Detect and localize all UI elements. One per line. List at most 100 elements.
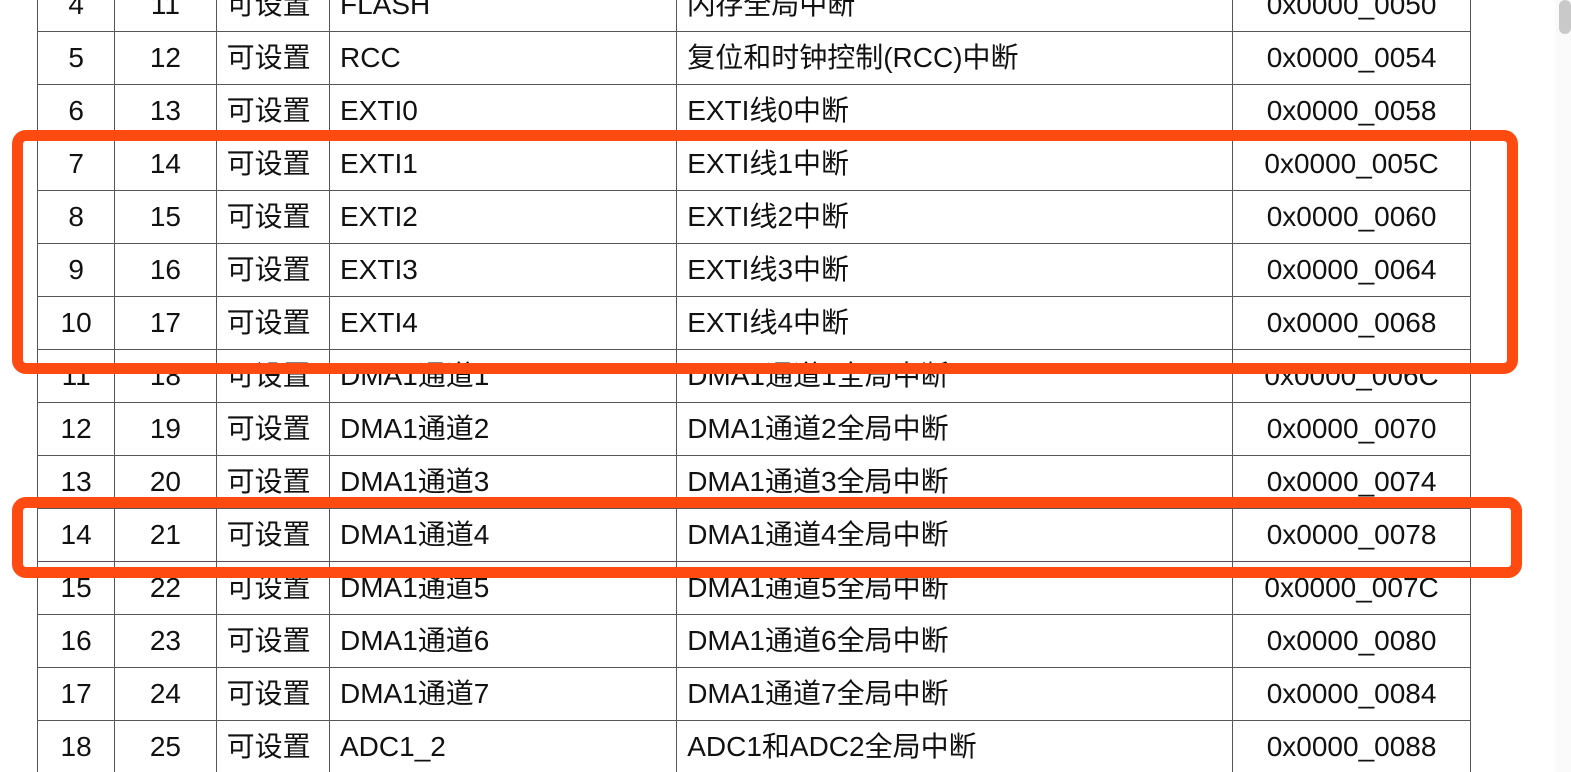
cell-description: DMA1通道4全局中断: [676, 508, 1234, 562]
cell-name: DMA1通道6: [328, 614, 678, 668]
cell-description: DMA1通道2全局中断: [676, 402, 1234, 456]
table-row: 4 11 可设置 FLASH 闪存全局中断 0x0000_0050: [36, 0, 1471, 32]
cell-description: DMA1通道6全局中断: [676, 614, 1234, 668]
cell-address: 0x0000_0054: [1232, 31, 1471, 85]
cell-description: EXTI线1中断: [676, 137, 1234, 191]
cell-address: 0x0000_0068: [1232, 296, 1471, 350]
cell-priority-type: 可设置: [215, 667, 331, 721]
cell-priority-type: 可设置: [215, 561, 331, 615]
cell-description: DMA1通道3全局中断: [676, 455, 1234, 509]
cell-priority: 23: [114, 614, 217, 668]
cell-name: EXTI0: [328, 84, 678, 138]
table-row: 12 19 可设置 DMA1通道2 DMA1通道2全局中断 0x0000_0070: [36, 402, 1471, 456]
cell-name: DMA1通道3: [328, 455, 678, 509]
cell-name: ADC1_2: [328, 720, 678, 772]
cell-address: 0x0000_007C: [1232, 561, 1471, 615]
cell-description: DMA1通道1全局中断: [676, 349, 1234, 403]
cell-name: DMA1通道5: [328, 561, 678, 615]
cell-address: 0x0000_0058: [1232, 84, 1471, 138]
cell-priority-type: 可设置: [215, 137, 331, 191]
cell-description: EXTI线0中断: [676, 84, 1234, 138]
cell-address: 0x0000_0060: [1232, 190, 1471, 244]
cell-name: EXTI3: [328, 243, 678, 297]
cell-position: 5: [36, 31, 116, 85]
cell-priority: 13: [114, 84, 217, 138]
cell-position: 12: [36, 402, 116, 456]
document-viewport: 4 11 可设置 FLASH 闪存全局中断 0x0000_0050 5 12 可设置 RCC 复位和…: [0, 0, 1571, 772]
cell-priority: 20: [114, 455, 217, 509]
table-row: 15 22 可设置 DMA1通道5 DMA1通道5全局中断 0x0000_007C: [36, 561, 1471, 615]
cell-priority-type: 可设置: [215, 455, 331, 509]
cell-position: 18: [36, 720, 116, 772]
cell-name: RCC: [328, 31, 678, 85]
table-row: 7 14 可设置 EXTI1 EXTI线1中断 0x0000_005C: [36, 137, 1471, 191]
cell-description: EXTI线4中断: [676, 296, 1234, 350]
table-container: 4 11 可设置 FLASH 闪存全局中断 0x0000_0050 5 12 可设置 RCC 复位和…: [36, 0, 1471, 772]
cell-priority: 14: [114, 137, 217, 191]
cell-priority: 25: [114, 720, 217, 772]
cell-priority-type: 可设置: [215, 614, 331, 668]
table-row: 6 13 可设置 EXTI0 EXTI线0中断 0x0000_0058: [36, 84, 1471, 138]
cell-priority: 16: [114, 243, 217, 297]
table-row: 13 20 可设置 DMA1通道3 DMA1通道3全局中断 0x0000_0074: [36, 455, 1471, 509]
table-row: 8 15 可设置 EXTI2 EXTI线2中断 0x0000_0060: [36, 190, 1471, 244]
cell-priority-type: 可设置: [215, 31, 331, 85]
cell-position: 7: [36, 137, 116, 191]
vector-table: 4 11 可设置 FLASH 闪存全局中断 0x0000_0050 5 12 可设置 RCC 复位和…: [36, 0, 1471, 772]
cell-description: DMA1通道7全局中断: [676, 667, 1234, 721]
table-row: 5 12 可设置 RCC 复位和时钟控制(RCC)中断 0x0000_0054: [36, 31, 1471, 85]
cell-priority: 24: [114, 667, 217, 721]
cell-priority-type: 可设置: [215, 0, 331, 32]
cell-description: 闪存全局中断: [676, 0, 1234, 32]
cell-position: 9: [36, 243, 116, 297]
scrollbar-thumb[interactable]: [1559, 0, 1571, 34]
cell-position: 17: [36, 667, 116, 721]
cell-priority: 21: [114, 508, 217, 562]
cell-name: EXTI4: [328, 296, 678, 350]
cell-address: 0x0000_0070: [1232, 402, 1471, 456]
cell-address: 0x0000_0078: [1232, 508, 1471, 562]
cell-name: FLASH: [328, 0, 678, 32]
vertical-scrollbar[interactable]: [1555, 0, 1571, 772]
table-row: 14 21 可设置 DMA1通道4 DMA1通道4全局中断 0x0000_0078: [36, 508, 1471, 562]
cell-priority-type: 可设置: [215, 243, 331, 297]
cell-position: 10: [36, 296, 116, 350]
cell-position: 16: [36, 614, 116, 668]
cell-priority: 11: [114, 0, 217, 32]
cell-position: 14: [36, 508, 116, 562]
cell-priority: 22: [114, 561, 217, 615]
cell-address: 0x0000_005C: [1232, 137, 1471, 191]
cell-name: DMA1通道1: [328, 349, 678, 403]
cell-priority-type: 可设置: [215, 508, 331, 562]
cell-priority-type: 可设置: [215, 349, 331, 403]
cell-name: DMA1通道7: [328, 667, 678, 721]
cell-priority: 12: [114, 31, 217, 85]
table-row: 11 18 可设置 DMA1通道1 DMA1通道1全局中断 0x0000_006C: [36, 349, 1471, 403]
cell-priority-type: 可设置: [215, 402, 331, 456]
cell-position: 15: [36, 561, 116, 615]
cell-position: 13: [36, 455, 116, 509]
cell-priority-type: 可设置: [215, 84, 331, 138]
cell-description: ADC1和ADC2全局中断: [676, 720, 1234, 772]
cell-address: 0x0000_0084: [1232, 667, 1471, 721]
table-row: 10 17 可设置 EXTI4 EXTI线4中断 0x0000_0068: [36, 296, 1471, 350]
cell-address: 0x0000_0064: [1232, 243, 1471, 297]
cell-description: EXTI线3中断: [676, 243, 1234, 297]
cell-address: 0x0000_006C: [1232, 349, 1471, 403]
cell-name: DMA1通道4: [328, 508, 678, 562]
cell-position: 11: [36, 349, 116, 403]
cell-position: 4: [36, 0, 116, 32]
cell-name: EXTI1: [328, 137, 678, 191]
cell-address: 0x0000_0080: [1232, 614, 1471, 668]
cell-name: DMA1通道2: [328, 402, 678, 456]
table-row: 17 24 可设置 DMA1通道7 DMA1通道7全局中断 0x0000_0084: [36, 667, 1471, 721]
cell-address: 0x0000_0050: [1232, 0, 1471, 32]
table-row: 18 25 可设置 ADC1_2 ADC1和ADC2全局中断 0x0000_0088: [36, 720, 1471, 772]
cell-priority: 18: [114, 349, 217, 403]
cell-description: 复位和时钟控制(RCC)中断: [676, 31, 1234, 85]
cell-name: EXTI2: [328, 190, 678, 244]
cell-priority-type: 可设置: [215, 190, 331, 244]
table-row: 9 16 可设置 EXTI3 EXTI线3中断 0x0000_0064: [36, 243, 1471, 297]
cell-priority-type: 可设置: [215, 720, 331, 772]
cell-priority-type: 可设置: [215, 296, 331, 350]
